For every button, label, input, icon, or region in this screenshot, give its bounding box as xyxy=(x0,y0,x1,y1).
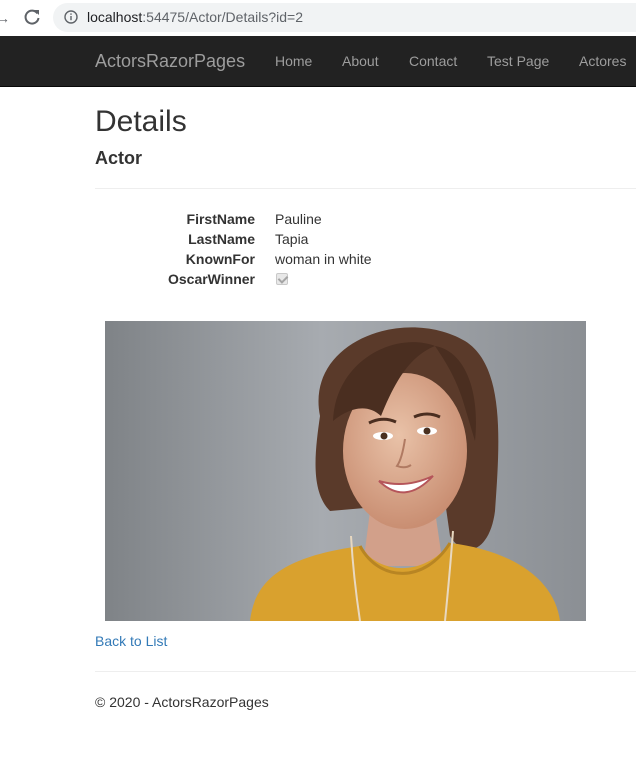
detail-row-knownfor: KnownFor woman in white xyxy=(95,250,515,270)
nav-link-home[interactable]: Home xyxy=(275,53,312,69)
back-to-list-link[interactable]: Back to List xyxy=(95,633,167,650)
detail-row-firstname: FirstName Pauline xyxy=(95,210,515,230)
url-text[interactable]: localhost:54475/Actor/Details?id=2 xyxy=(87,9,303,26)
url-host: localhost xyxy=(87,9,143,25)
detail-label: OscarWinner xyxy=(167,271,255,287)
detail-label: FirstName xyxy=(186,211,255,227)
oscar-winner-checkbox xyxy=(276,273,288,285)
detail-value: Tapia xyxy=(275,231,309,247)
page-subtitle: Actor xyxy=(95,148,143,168)
actor-photo xyxy=(105,321,586,621)
nav-link-contact[interactable]: Contact xyxy=(409,53,457,69)
page-title: Details xyxy=(95,105,187,138)
footer-copyright: © 2020 - ActorsRazorPages xyxy=(95,694,269,710)
browser-toolbar: → localhost:54475/Actor/Details?id=2 xyxy=(0,0,636,36)
divider xyxy=(95,188,636,189)
detail-value: woman in white xyxy=(275,251,372,267)
detail-label: KnownFor xyxy=(185,251,255,267)
detail-row-oscarwinner: OscarWinner xyxy=(95,270,515,290)
url-path: :54475/Actor/Details?id=2 xyxy=(142,9,303,25)
nav-link-about[interactable]: About xyxy=(342,53,379,69)
info-icon[interactable] xyxy=(64,10,78,24)
reload-icon[interactable] xyxy=(22,7,42,27)
nav-link-test-page[interactable]: Test Page xyxy=(487,53,549,69)
navbar: ActorsRazorPages Home About Contact Test… xyxy=(0,36,636,87)
details-list: FirstName Pauline LastName Tapia KnownFo… xyxy=(95,210,515,290)
navbar-brand[interactable]: ActorsRazorPages xyxy=(95,51,245,71)
footer-divider xyxy=(95,671,636,672)
detail-value: Pauline xyxy=(275,211,322,227)
detail-label: LastName xyxy=(188,231,255,247)
nav-link-actores[interactable]: Actores xyxy=(579,53,626,69)
back-arrow-icon[interactable]: → xyxy=(0,9,10,27)
detail-row-lastname: LastName Tapia xyxy=(95,230,515,250)
